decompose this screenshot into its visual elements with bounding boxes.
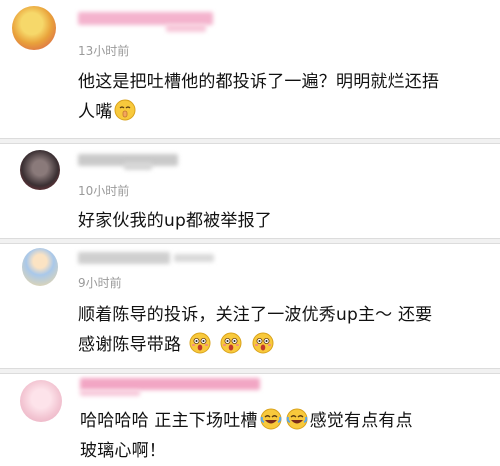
comment-text-line: 人嘴	[78, 97, 498, 127]
laugh-cry-emoji-icon	[286, 408, 308, 430]
comment-time: 10小时前	[78, 184, 130, 198]
comment-text: 好家伙我的up都被举报了	[78, 211, 272, 231]
comment-item: 哈哈哈哈 正主下场吐槽 感觉有点有点 玻璃心啊！	[0, 374, 500, 466]
shush-face-emoji-icon	[114, 99, 136, 121]
comment-text-fragment: 感觉有点有点	[309, 411, 413, 431]
user-badge	[174, 254, 214, 262]
avatar[interactable]	[20, 380, 62, 422]
comment-text-line: 他这是把吐槽他的都投诉了一遍？明明就烂还捂	[78, 72, 440, 92]
laugh-cry-emoji-icon	[260, 408, 282, 430]
user-badge	[124, 162, 152, 170]
comment-text-fragment: 哈哈哈哈 正主下场吐槽	[80, 411, 258, 431]
scream-face-emoji-icon	[252, 332, 274, 354]
comment-text-line: 哈哈哈哈 正主下场吐槽 感觉有点有点	[80, 406, 498, 436]
username[interactable]	[78, 252, 170, 264]
comment-text: 他这是把吐槽他的都投诉了一遍？明明就烂还捂 人嘴	[78, 67, 498, 127]
comment-text-line: 玻璃心啊！	[80, 441, 166, 461]
comment-text-line: 感谢陈导带路	[78, 330, 498, 360]
comment-time: 9小时前	[78, 276, 122, 290]
avatar[interactable]	[12, 6, 56, 50]
scream-face-emoji-icon	[189, 332, 211, 354]
comment-time: 13小时前	[78, 44, 130, 58]
comment-text-fragment: 感谢陈导带路	[78, 335, 182, 355]
comment-text-line: 顺着陈导的投诉，关注了一波优秀up主～ 还要	[78, 305, 433, 325]
comment-item: 10小时前 好家伙我的up都被举报了	[0, 144, 500, 238]
avatar[interactable]	[20, 150, 60, 190]
comment-text: 哈哈哈哈 正主下场吐槽 感觉有点有点 玻璃心啊！	[80, 406, 498, 466]
comment-text: 顺着陈导的投诉，关注了一波优秀up主～ 还要 感谢陈导带路	[78, 300, 498, 360]
scream-face-emoji-icon	[220, 332, 242, 354]
avatar[interactable]	[22, 248, 58, 286]
comment-text-fragment: 人嘴	[78, 102, 113, 122]
comment-item: 13小时前 他这是把吐槽他的都投诉了一遍？明明就烂还捂 人嘴	[0, 0, 500, 138]
user-badge	[80, 390, 140, 396]
user-badge	[166, 24, 206, 32]
username[interactable]	[80, 378, 260, 390]
comment-item: 9小时前 顺着陈导的投诉，关注了一波优秀up主～ 还要 感谢陈导带路	[0, 244, 500, 368]
